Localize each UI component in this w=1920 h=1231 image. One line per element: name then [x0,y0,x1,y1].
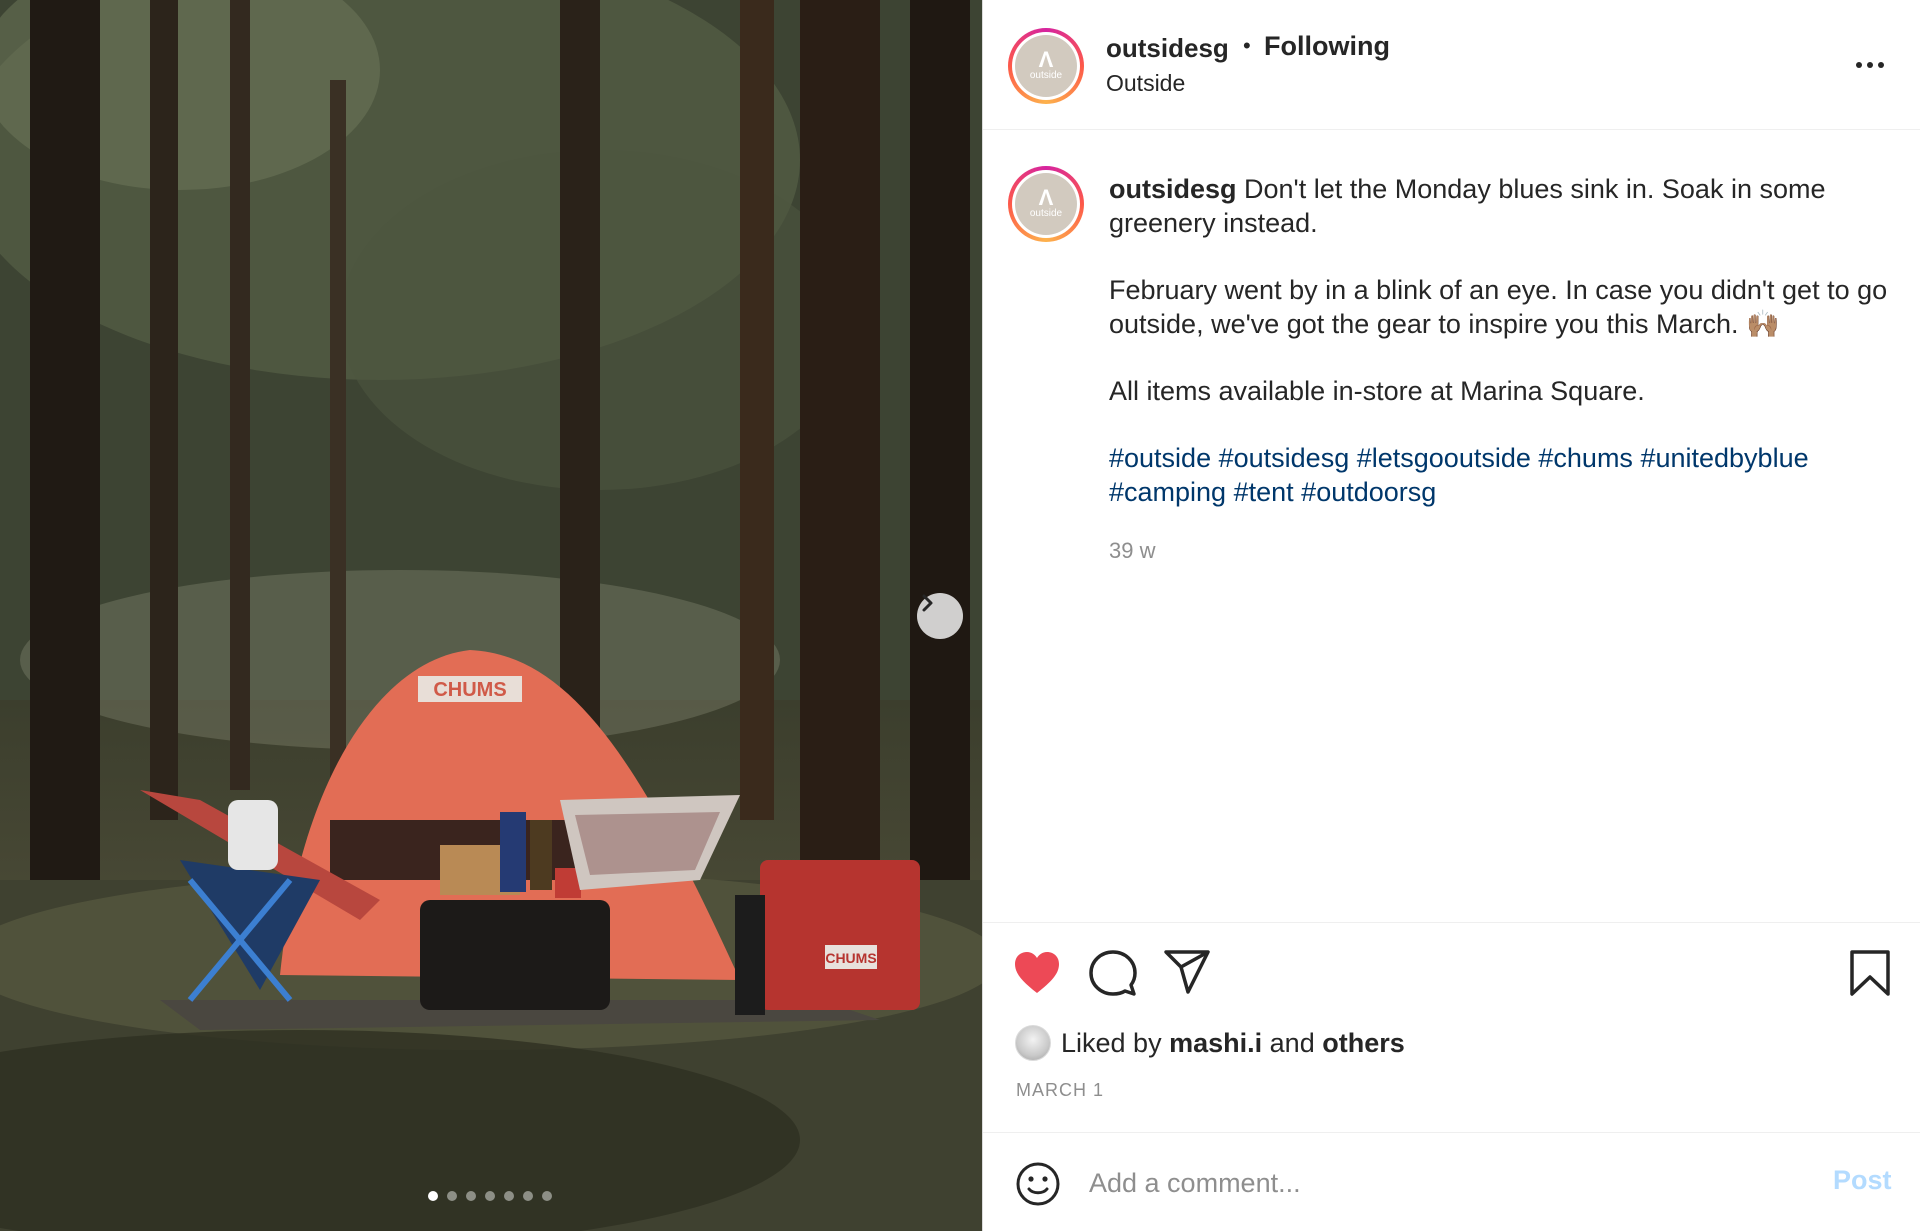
post-comment-button[interactable]: Post [1833,1165,1892,1196]
post-photo[interactable]: CHUMS CHUMS [0,0,982,1231]
next-slide-button[interactable] [917,593,963,639]
following-button[interactable]: Following [1264,31,1390,62]
avatar-logo-mark: Λ [1038,47,1054,72]
bag-brand-label: CHUMS [825,950,876,966]
comment-input[interactable] [1089,1163,1769,1203]
post-date[interactable]: MARCH 1 [1016,1080,1104,1101]
post-location[interactable]: Outside [1106,70,1185,97]
post-actions: Liked by mashi.i and others MARCH 1 [983,922,1920,1132]
share-icon[interactable] [1163,949,1211,995]
avatar-logo-word: outside [1029,70,1063,81]
slide-dot [428,1191,438,1201]
caption-username[interactable]: outsidesg [1109,174,1237,204]
hashtag-link[interactable]: #letsgooutside [1357,443,1531,473]
author-avatar[interactable]: Λ outside [1008,28,1084,104]
slide-dot [447,1191,457,1201]
avatar-logo-word: outside [1029,208,1063,219]
photo-illustration: CHUMS CHUMS [0,0,982,1231]
hashtag-link[interactable]: #outdoorsg [1301,477,1436,507]
emoji-icon[interactable] [1015,1161,1061,1207]
caption-hashtags: #outside #outsidesg #letsgooutside #chum… [1109,441,1899,509]
bookmark-icon[interactable] [1849,949,1891,997]
liker-username[interactable]: mashi.i [1169,1028,1262,1059]
comment-icon[interactable] [1089,949,1137,997]
post-header: Λ outside outsidesg • Following Outside [983,0,1920,130]
likes-others-link[interactable]: others [1322,1028,1405,1059]
slide-dot [466,1191,476,1201]
comment-bar: Post [983,1132,1920,1231]
hashtag-link[interactable]: #tent [1234,477,1294,507]
more-options-icon[interactable] [1850,50,1890,80]
hashtag-link[interactable]: #outsidesg [1219,443,1350,473]
tent-brand-label: CHUMS [433,679,506,701]
avatar-logo-mark: Λ [1038,185,1054,210]
slide-indicator [428,1191,552,1201]
hashtag-link[interactable]: #unitedbyblue [1640,443,1808,473]
likes-summary: Liked by mashi.i and others [1015,1025,1405,1061]
slide-dot [523,1191,533,1201]
post-caption: outsidesg Don't let the Monday blues sin… [1109,172,1899,542]
caption-line-3: All items available in-store at Marina S… [1109,376,1645,406]
caption-line-2: February went by in a blink of an eye. I… [1109,275,1888,339]
post-detail-panel: Λ outside outsidesg • Following Outside … [982,0,1920,1231]
chevron-right-icon [922,594,933,612]
heart-filled-icon[interactable] [1013,951,1061,995]
liked-and: and [1269,1027,1315,1058]
slide-dot [504,1191,514,1201]
caption-avatar[interactable]: Λ outside [1008,166,1084,242]
slide-dot [485,1191,495,1201]
slide-dot [542,1191,552,1201]
author-username[interactable]: outsidesg [1106,33,1229,64]
header-separator: • [1243,33,1251,58]
caption-timestamp[interactable]: 39 w [1109,538,1155,564]
hashtag-link[interactable]: #chums [1538,443,1633,473]
hashtag-link[interactable]: #camping [1109,477,1226,507]
liker-avatar[interactable] [1015,1025,1051,1061]
liked-prefix: Liked by [1061,1027,1162,1058]
hashtag-link[interactable]: #outside [1109,443,1211,473]
